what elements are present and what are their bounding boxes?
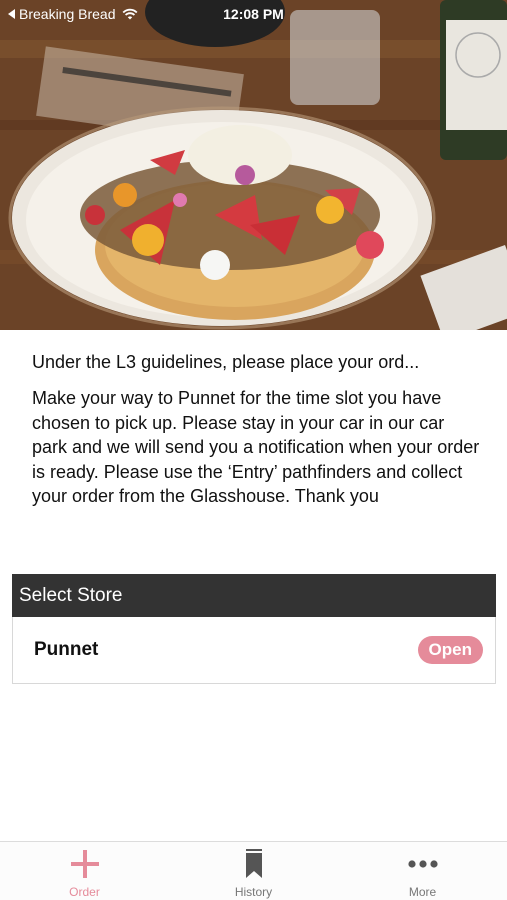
tab-bar: Order History More <box>0 841 507 900</box>
intro-title: Under the L3 guidelines, please place yo… <box>32 352 420 372</box>
select-store-title: Select Store <box>19 584 123 606</box>
more-icon <box>407 860 438 868</box>
plus-icon <box>70 850 99 878</box>
select-store-header: Select Store <box>12 574 496 617</box>
hero-food-image <box>0 0 507 330</box>
tab-history[interactable]: History <box>169 842 338 900</box>
store-status-badge: Open <box>417 636 483 664</box>
intro-body: Make your way to Punnet for the time slo… <box>32 388 480 506</box>
food-plate-illustration <box>0 0 507 330</box>
tab-order-label: Order <box>69 885 100 899</box>
store-row-punnet[interactable]: Punnet Open <box>12 617 496 684</box>
wifi-icon <box>122 8 137 20</box>
status-time: 12:08 PM <box>223 6 284 22</box>
tab-order[interactable]: Order <box>0 842 169 900</box>
back-app-label: Breaking Bread <box>19 6 116 22</box>
intro-section: Under the L3 guidelines, please place yo… <box>32 350 482 509</box>
store-name: Punnet <box>34 639 99 660</box>
tab-more-label: More <box>408 885 437 899</box>
back-to-app-link[interactable]: Breaking Bread <box>8 6 116 22</box>
tab-more[interactable]: More <box>338 842 507 900</box>
bookmark-icon <box>245 849 262 878</box>
status-bar: Breaking Bread 12:08 PM <box>0 0 507 28</box>
back-arrow-icon <box>8 9 15 19</box>
tab-history-label: History <box>234 885 273 899</box>
